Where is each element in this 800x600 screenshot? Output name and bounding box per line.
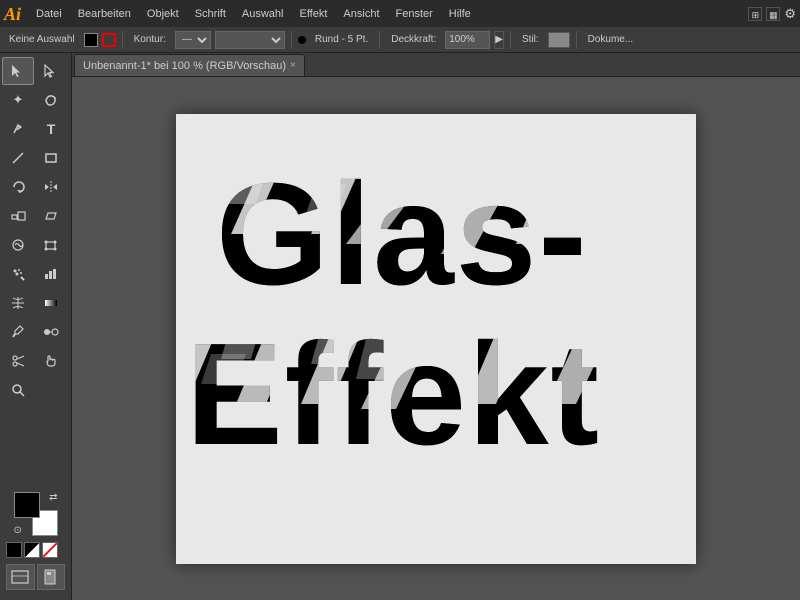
scissors-tool[interactable]: [2, 347, 34, 375]
chart-tool[interactable]: [35, 260, 67, 288]
menu-effekt[interactable]: Effekt: [292, 6, 334, 22]
sep1: [122, 31, 123, 49]
color-area: ⇄ ⊙: [2, 486, 69, 596]
lasso-tool[interactable]: [35, 86, 67, 114]
menu-schrift[interactable]: Schrift: [188, 6, 233, 22]
stil-swatch[interactable]: [548, 32, 570, 48]
pen-tool[interactable]: [2, 115, 34, 143]
line-tool[interactable]: [2, 144, 34, 172]
menu-datei[interactable]: Datei: [29, 6, 69, 22]
stroke-swatch[interactable]: [102, 33, 116, 47]
brush-dot: [298, 36, 306, 44]
warp-tool[interactable]: [2, 231, 34, 259]
tool-row-7: [2, 231, 69, 259]
type-icon: T: [47, 121, 56, 137]
menu-objekt[interactable]: Objekt: [140, 6, 186, 22]
toolbox: ✦ T: [0, 53, 72, 600]
tab-title: Unbenannt-1* bei 100 % (RGB/Vorschau): [83, 60, 286, 72]
menu-fenster[interactable]: Fenster: [389, 6, 440, 22]
fg-bg-swatches: ⇄ ⊙: [14, 492, 58, 536]
settings-icon[interactable]: ⚙: [784, 6, 796, 22]
sep5: [576, 31, 577, 49]
gradient-tool[interactable]: [35, 289, 67, 317]
symbol-spray-tool[interactable]: [2, 260, 34, 288]
tool-row-12: [2, 376, 69, 404]
document-tab[interactable]: Unbenannt-1* bei 100 % (RGB/Vorschau) ×: [74, 54, 305, 76]
content-area: Unbenannt-1* bei 100 % (RGB/Vorschau) × …: [72, 53, 800, 600]
none-mode-swatch[interactable]: [42, 542, 58, 558]
sep4: [510, 31, 511, 49]
reset-colors-icon[interactable]: ⊙: [14, 525, 22, 536]
tool-row-4: [2, 144, 69, 172]
app-logo: Ai: [4, 5, 21, 23]
menu-ansicht[interactable]: Ansicht: [336, 6, 386, 22]
tab-close-button[interactable]: ×: [290, 60, 296, 71]
main-area: ✦ T: [0, 53, 800, 600]
blend-tool[interactable]: [35, 318, 67, 346]
color-mode-swatch[interactable]: [6, 542, 22, 558]
screen-mode-icon[interactable]: ⊞: [748, 7, 762, 21]
magic-wand-icon: ✦: [13, 92, 24, 108]
tool-row-11: [2, 347, 69, 375]
stroke-profile-select[interactable]: [215, 31, 285, 49]
reflect-tool[interactable]: [35, 173, 67, 201]
opacity-expand[interactable]: ▶: [494, 31, 504, 49]
opacity-input[interactable]: 100%: [445, 31, 490, 49]
dokument-label: Dokume...: [583, 32, 639, 47]
hand-tool[interactable]: [35, 347, 67, 375]
direct-selection-tool[interactable]: [35, 57, 67, 85]
gradient-mode-swatch[interactable]: [24, 542, 40, 558]
tool-row-9: [2, 289, 69, 317]
eyedropper-tool[interactable]: [2, 318, 34, 346]
opacity-label: Deckkraft:: [386, 32, 441, 47]
canvas-svg: Glas- Effekt Glas-: [176, 114, 696, 564]
magic-wand-tool[interactable]: ✦: [2, 86, 34, 114]
tool-row-2: ✦: [2, 86, 69, 114]
type-tool[interactable]: T: [35, 115, 67, 143]
rotate-tool[interactable]: [2, 173, 34, 201]
menu-auswahl[interactable]: Auswahl: [235, 6, 291, 22]
free-transform-tool[interactable]: [35, 231, 67, 259]
mesh-tool[interactable]: [2, 289, 34, 317]
tabs-bar: Unbenannt-1* bei 100 % (RGB/Vorschau) ×: [72, 53, 800, 77]
swap-colors-icon[interactable]: ⇄: [49, 492, 57, 503]
kontur-select[interactable]: —: [175, 31, 211, 49]
sep2: [291, 31, 292, 49]
fill-swatch[interactable]: [84, 33, 98, 47]
mode-swatches: [4, 540, 67, 560]
stil-label: Stil:: [517, 32, 544, 47]
selection-none-label: Keine Auswahl: [4, 32, 80, 47]
sep3: [379, 31, 380, 49]
tool-row-6: [2, 202, 69, 230]
tool-row-3: T: [2, 115, 69, 143]
zoom-tool[interactable]: [2, 376, 34, 404]
brush-type-label: Rund - 5 Pt.: [310, 32, 373, 47]
menu-hilfe[interactable]: Hilfe: [442, 6, 478, 22]
tool-row-8: [2, 260, 69, 288]
artboard: Glas- Effekt Glas-: [176, 114, 696, 564]
tool-row-5: [2, 173, 69, 201]
scale-tool[interactable]: [2, 202, 34, 230]
foreground-color-swatch[interactable]: [14, 492, 40, 518]
menu-bar: Ai Datei Bearbeiten Objekt Schrift Auswa…: [0, 0, 800, 27]
control-bar: Keine Auswahl Kontur: — Rund - 5 Pt. Dec…: [0, 27, 800, 53]
tool-row-1: [2, 57, 69, 85]
canvas-button[interactable]: [37, 564, 66, 590]
rectangle-tool[interactable]: [35, 144, 67, 172]
artboard-button[interactable]: [6, 564, 35, 590]
shear-tool[interactable]: [35, 202, 67, 230]
selection-tool[interactable]: [2, 57, 34, 85]
menu-bearbeiten[interactable]: Bearbeiten: [71, 6, 138, 22]
tool-row-10: [2, 318, 69, 346]
kontur-label: Kontur:: [129, 32, 171, 47]
workspace-icon[interactable]: ▦: [766, 7, 780, 21]
canvas-area[interactable]: Glas- Effekt Glas-: [72, 77, 800, 600]
